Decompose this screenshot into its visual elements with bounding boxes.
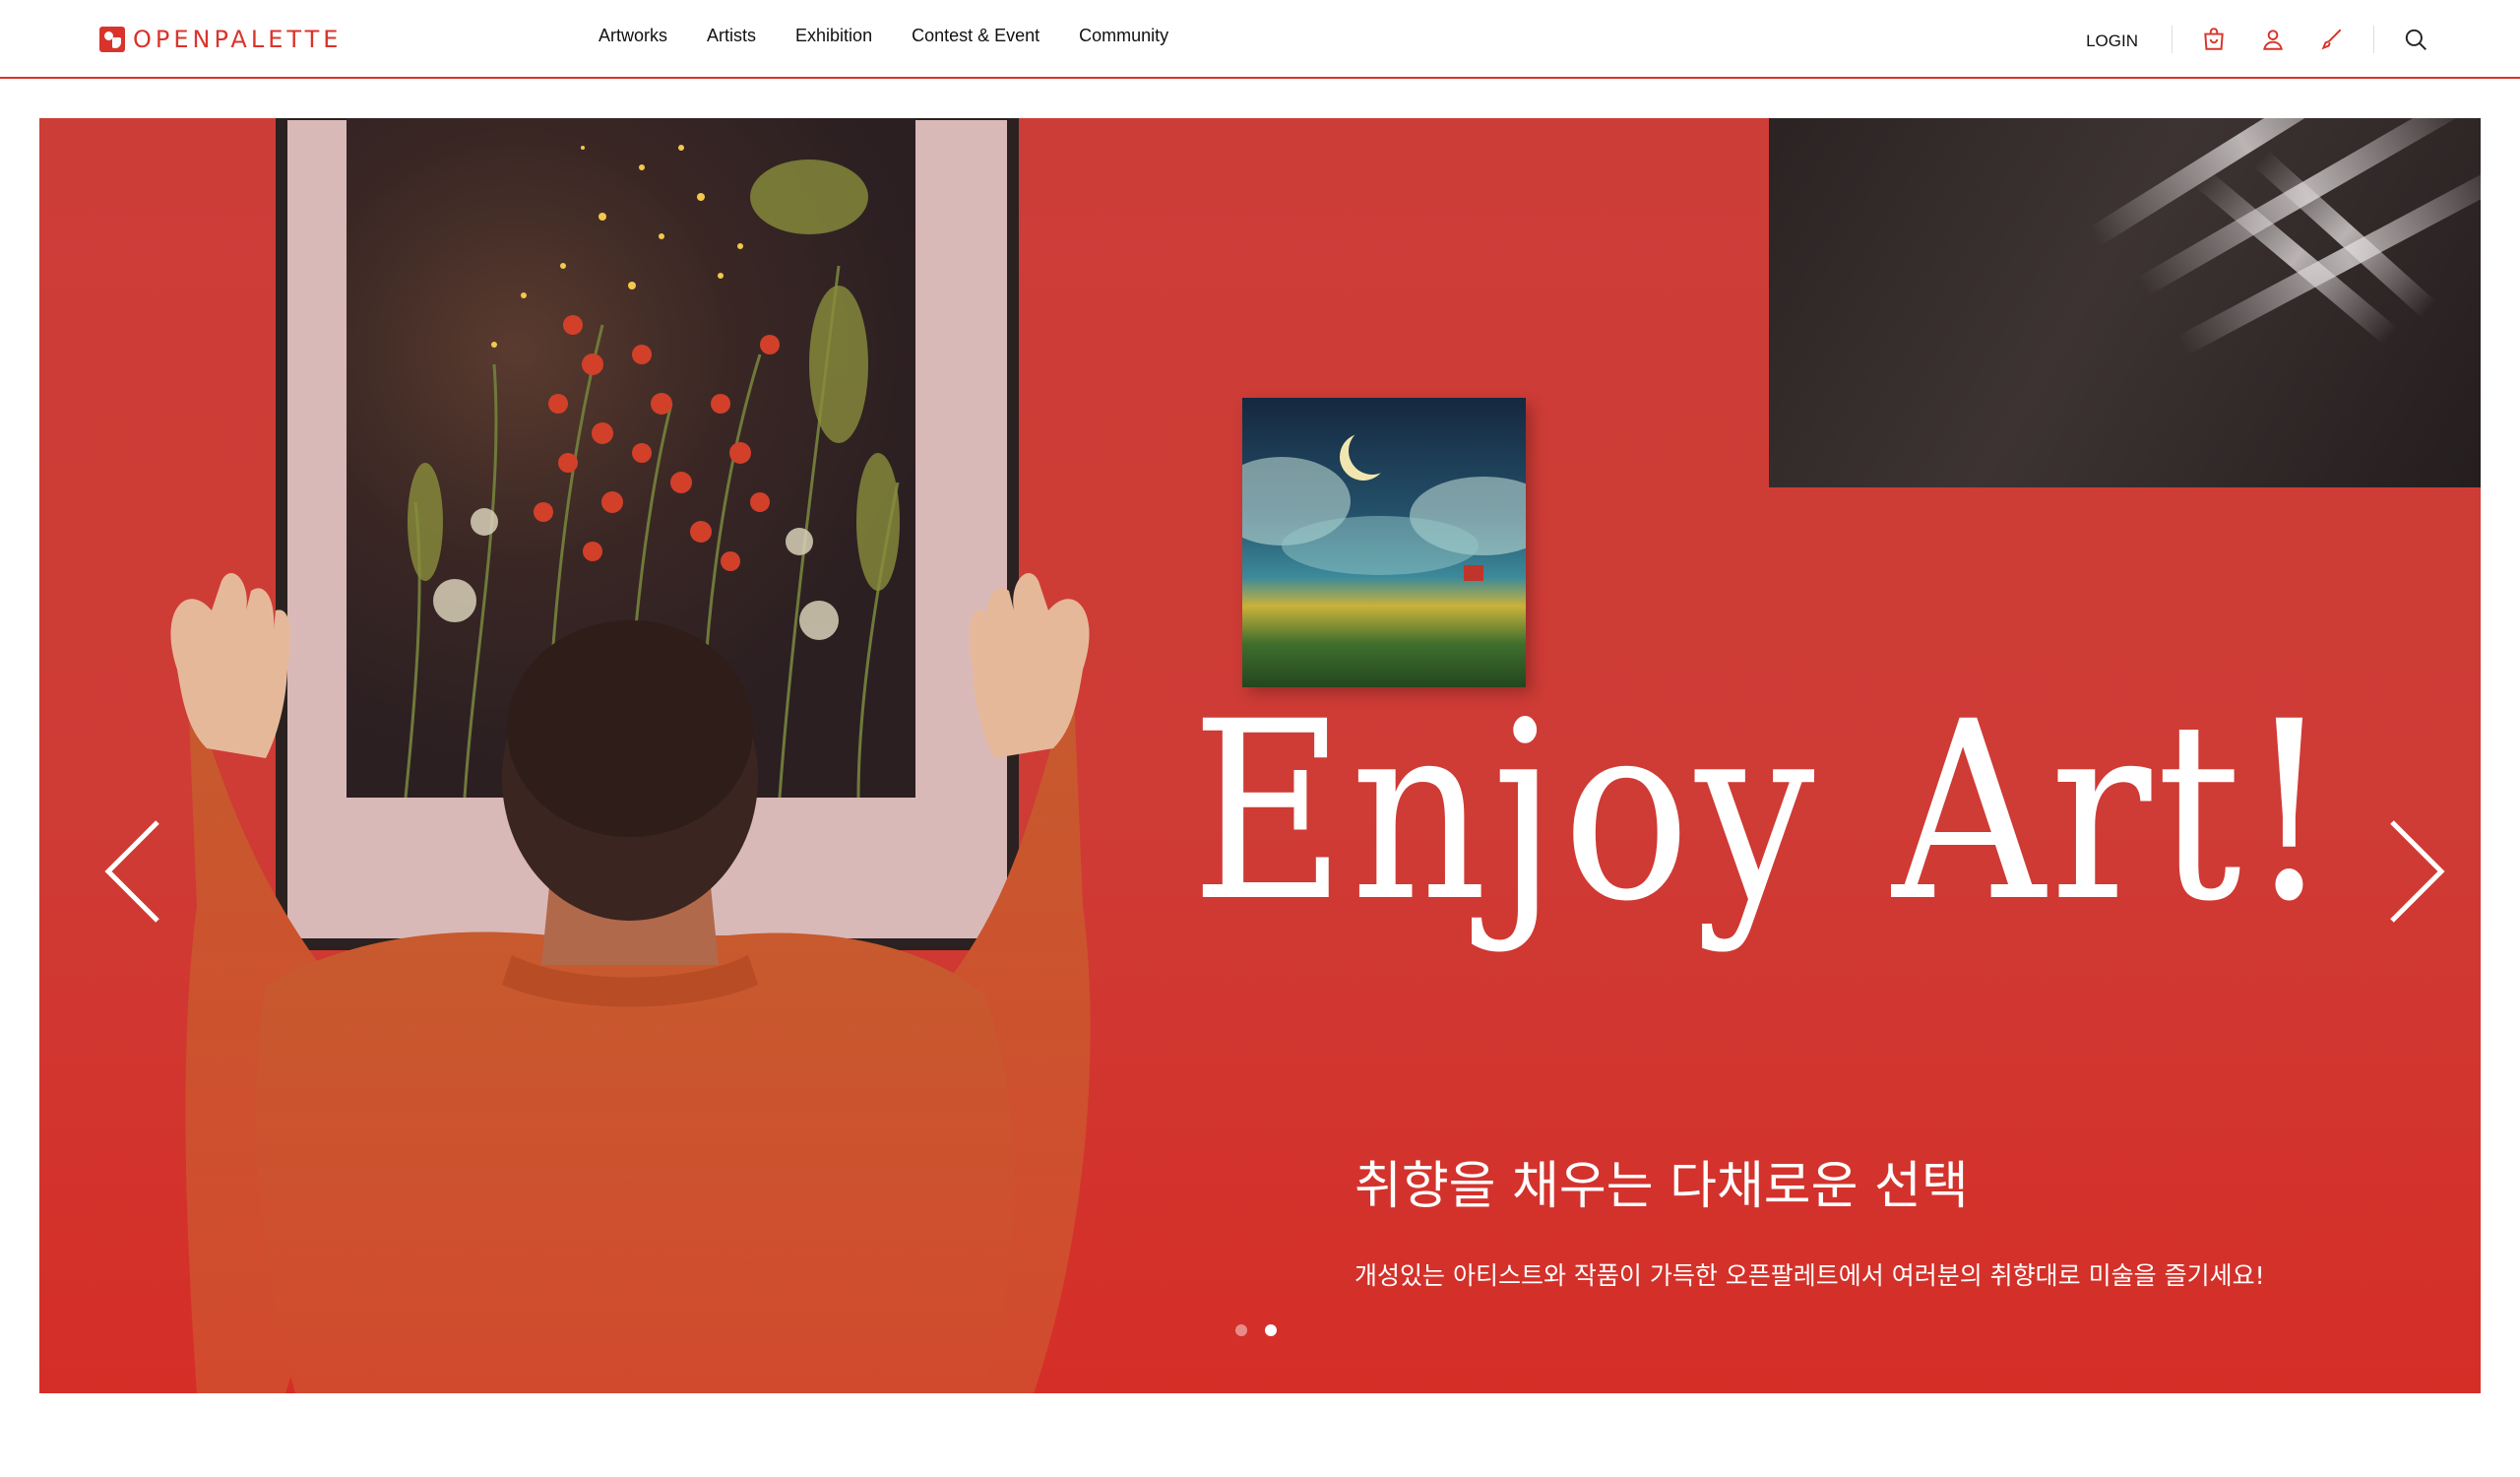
header-actions: LOGIN [2086,22,2433,57]
logo[interactable]: OPENPALETTE [99,25,342,54]
nav-artists[interactable]: Artists [707,26,756,46]
shopping-bag-icon[interactable] [2196,22,2232,57]
divider [2172,26,2173,53]
chevron-left-icon [104,820,159,923]
house-icon [1464,565,1483,581]
hero-banner: Enjoy Art! 취향을 채우는 다채로운 선택 개성있는 아티스트와 작품… [39,118,2481,1393]
brush-icon[interactable] [2314,22,2350,57]
nav-community[interactable]: Community [1079,26,1168,46]
slider-next-button[interactable] [2382,817,2451,926]
search-icon[interactable] [2398,22,2433,57]
hero-subtitle: 취향을 채우는 다채로운 선택 [1354,1157,1969,1216]
painting-abstract-dark [1769,118,2481,487]
divider [2373,26,2374,53]
main-nav: Artworks Artists Exhibition Contest & Ev… [598,26,1168,46]
slider-dot-2[interactable] [1265,1324,1277,1336]
painting-night-landscape [1242,398,1526,687]
chevron-right-icon [2390,820,2445,923]
painting-cloud [1282,516,1479,575]
user-icon[interactable] [2255,22,2291,57]
hero-description: 개성있는 아티스트와 작품이 가득한 오픈팔레트에서 여러분의 취향대로 미술을… [1354,1261,2265,1290]
slider-pagination [1235,1324,1277,1336]
moon-icon [1349,427,1396,475]
logo-text: OPENPALETTE [133,26,343,53]
login-link[interactable]: LOGIN [2086,32,2138,51]
nav-artworks[interactable]: Artworks [598,26,667,46]
site-header: OPENPALETTE Artworks Artists Exhibition … [0,0,2520,79]
hero-title: Enjoy Art! [1191,669,2337,955]
nav-contest-event[interactable]: Contest & Event [912,26,1040,46]
logo-mark-icon [99,27,125,52]
slider-prev-button[interactable] [98,817,167,926]
nav-exhibition[interactable]: Exhibition [795,26,872,46]
slider-dot-1[interactable] [1235,1324,1247,1336]
person-hanging-art [170,572,1091,1393]
